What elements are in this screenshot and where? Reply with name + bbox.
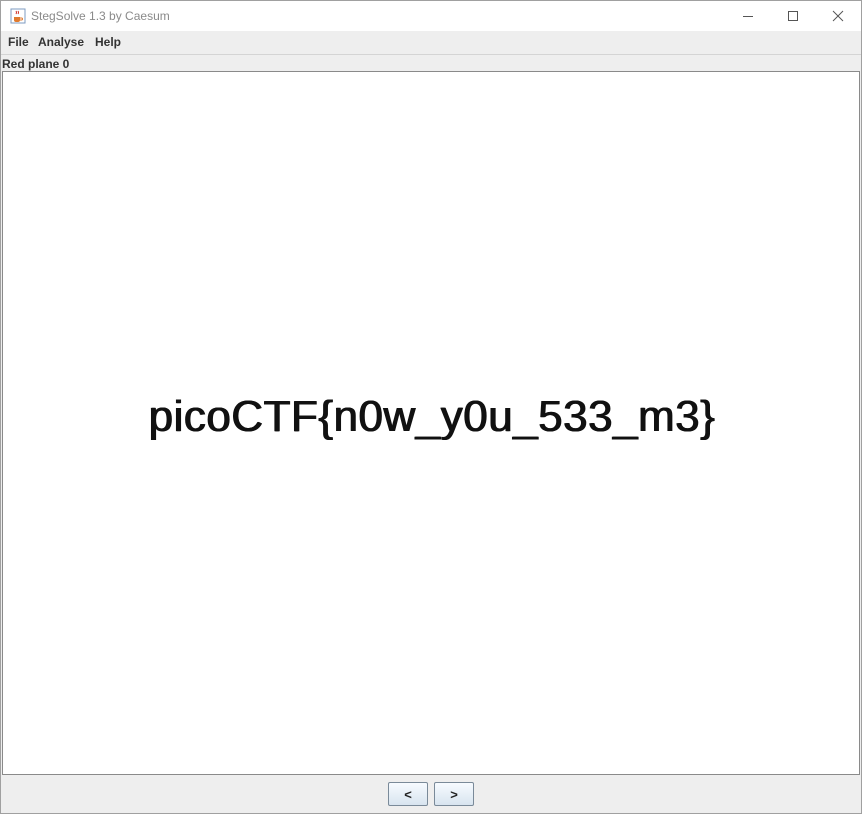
close-icon: [832, 10, 844, 22]
close-button[interactable]: [815, 1, 861, 31]
previous-plane-button[interactable]: <: [388, 782, 428, 806]
maximize-button[interactable]: [770, 1, 816, 31]
menu-bar: File Analyse Help: [1, 32, 861, 55]
stegsolve-window: StegSolve 1.3 by Caesum File Analyse Hel…: [0, 0, 862, 814]
java-cup-icon: [10, 8, 26, 24]
menu-file[interactable]: File: [8, 35, 29, 49]
minimize-button[interactable]: [725, 1, 771, 31]
image-flag-text: picoCTF{n0w_y0u_533_m3}: [148, 392, 716, 441]
maximize-icon: [788, 11, 798, 21]
plane-label: Red plane 0: [2, 57, 70, 71]
title-bar[interactable]: StegSolve 1.3 by Caesum: [1, 1, 861, 31]
minimize-icon: [743, 16, 753, 17]
navigation-bar: < >: [1, 776, 861, 813]
window-title: StegSolve 1.3 by Caesum: [31, 9, 170, 23]
menu-analyse[interactable]: Analyse: [38, 35, 84, 49]
menu-help[interactable]: Help: [95, 35, 121, 49]
image-view: picoCTF{n0w_y0u_533_m3}: [2, 71, 860, 775]
next-plane-button[interactable]: >: [434, 782, 474, 806]
